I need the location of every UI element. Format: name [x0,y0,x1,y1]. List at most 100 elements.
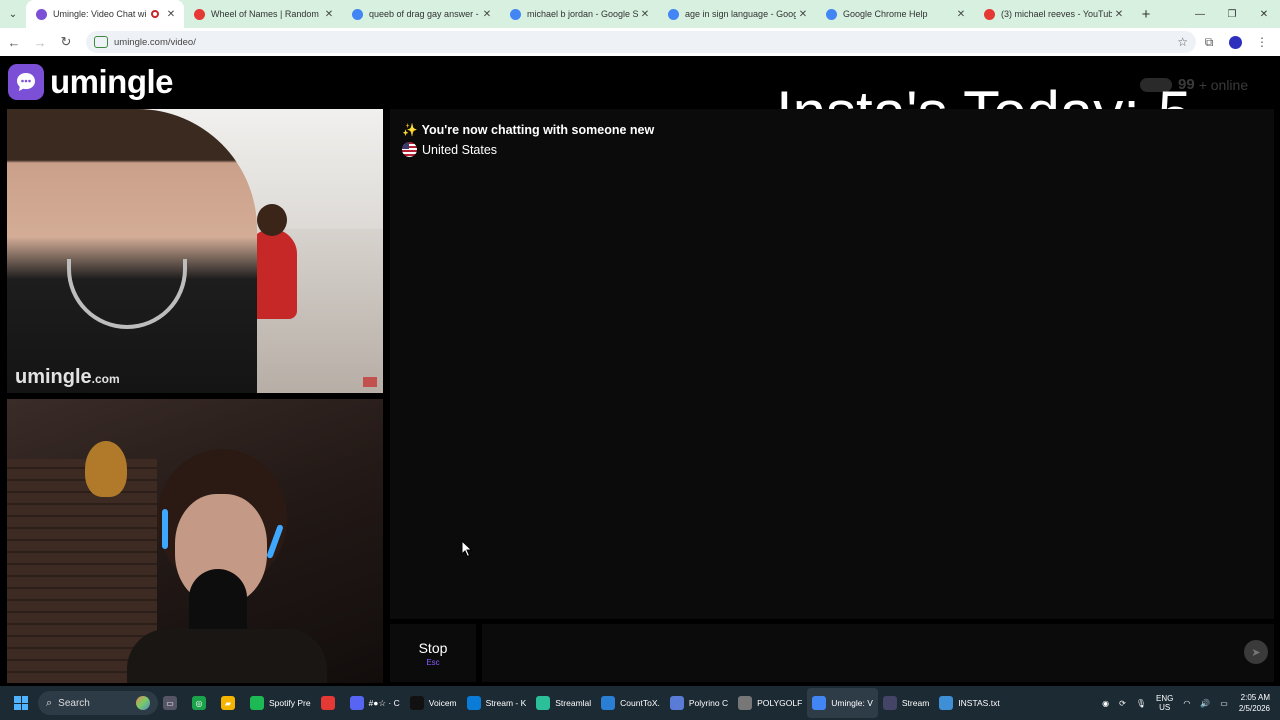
volume-icon[interactable]: 🔊 [1200,699,1210,708]
sync-tray-icon[interactable]: ⟳ [1119,699,1126,708]
taskbar-app[interactable]: Stream - K [462,688,532,718]
bookmark-star-icon[interactable]: ☆ [1177,35,1188,49]
xbox-icon[interactable]: ◎ [187,688,216,718]
app-label: Stream - K [485,698,527,708]
taskbar-search[interactable]: ⌕ Search [38,691,158,715]
send-arrow-icon[interactable]: ➤ [1244,640,1268,664]
restore-icon[interactable]: ❐ [1216,0,1248,28]
tab-favicon-icon [826,8,837,20]
profile-avatar[interactable] [1229,35,1242,49]
tab-close-icon[interactable]: ✕ [1112,9,1126,20]
browser-tab[interactable]: age in sign language - Google ✕ [658,0,816,28]
local-video [7,399,383,683]
us-flag-icon [402,142,417,157]
tab-close-icon[interactable]: ✕ [954,9,968,20]
minimize-icon[interactable]: — [1184,0,1216,28]
tab-close-icon[interactable]: ✕ [480,9,494,20]
close-window-icon[interactable]: ✕ [1248,0,1280,28]
app-label: #●☆ · C [368,697,400,708]
battery-icon[interactable]: ▭ [1220,699,1228,708]
taskbar-app[interactable]: Umingle: V [807,688,878,718]
app-icon [939,696,954,710]
browser-tabstrip: ⌄ Umingle: Video Chat with St✕Wheel of N… [0,0,1280,28]
tab-close-icon[interactable]: ✕ [164,9,178,20]
tab-title: queeb of drag gay answer - Go [369,9,480,19]
taskbar-app[interactable]: INSTAS.txt [934,688,1004,718]
taskbar-app[interactable]: POLYGOLF [733,688,807,718]
umingle-logo[interactable]: umingle [8,63,174,100]
address-bar[interactable]: umingle.com/video/ ☆ [86,31,1196,53]
extensions-puzzle-icon[interactable]: ⧉ [1196,30,1222,54]
app-icon [882,696,897,710]
search-label: Search [58,697,90,709]
search-highlight-icon [136,696,150,710]
recording-indicator-icon [151,10,159,18]
browser-tab[interactable]: queeb of drag gay answer - Go✕ [342,0,500,28]
more-menu-icon[interactable]: ⋮ [1249,30,1275,54]
reload-icon[interactable]: ↻ [54,30,78,54]
clock[interactable]: 2:05 AM 2/5/2026 [1239,692,1270,714]
task-view-icon[interactable]: ▭ [158,688,187,718]
site-info-icon[interactable] [94,36,108,48]
browser-tab[interactable]: Wheel of Names | Random nam✕ [184,0,342,28]
mouse-cursor-icon [461,540,473,558]
taskbar-app[interactable]: Spotify Pre [245,688,316,718]
mic-tray-icon[interactable]: 🎙 [1136,699,1146,708]
new-tab-button[interactable]: + [1132,0,1160,28]
taskbar-app[interactable]: Streamlal [531,688,596,718]
browser-tab[interactable]: Umingle: Video Chat with St ✕ [26,0,184,28]
tab-title: age in sign language - Google [685,9,796,19]
system-tray: ◉ ⟳ 🎙 ENG US ◠ 🔊 ▭ 2:05 AM 2/5/2026 [1097,692,1280,714]
app-icon [738,696,753,710]
tab-title: (3) michael reeves - YouTube [1001,9,1112,19]
tab-title: Google Chrome Help [843,9,928,19]
app-label: Umingle: V [831,698,873,708]
app-label: CountToX. [620,698,660,708]
taskbar-app[interactable]: Voicem [405,688,462,718]
browser-tab[interactable]: Google Chrome Help ✕ [816,0,974,28]
tab-title: michael b jordan - Google Sea [527,9,638,19]
browser-tab[interactable]: michael b jordan - Google Sea ✕ [500,0,658,28]
stop-shortcut: Esc [426,657,440,667]
tab-favicon-icon [510,8,521,20]
forward-arrow-icon[interactable]: → [28,30,52,54]
app-icon [601,696,616,710]
wifi-icon[interactable]: ◠ [1183,699,1190,708]
app-label: INSTAS.txt [958,698,1000,708]
report-flag-icon[interactable] [363,377,377,387]
tab-close-icon[interactable]: ✕ [322,9,336,20]
browser-tab[interactable]: (3) michael reeves - YouTube ✕ [974,0,1132,28]
umingle-page: umingle 99 + online Insta's Today:5 umin… [0,56,1280,686]
app-icon [536,696,551,710]
taskbar-app[interactable]: #●☆ · C [345,688,405,718]
stop-button[interactable]: Stop Esc [390,624,476,682]
taskbar-app[interactable]: Stream [878,688,934,718]
discord-tray-icon[interactable]: ◉ [1102,699,1109,708]
url-text[interactable]: umingle.com/video/ [114,37,1177,48]
app-label: Stream [901,698,930,708]
tab-favicon-icon [352,8,363,20]
online-suffix: + online [1198,76,1249,93]
app-icon [466,696,481,710]
tab-close-icon[interactable]: ✕ [796,9,810,20]
app-icon [349,696,364,710]
tab-favicon-icon [984,8,995,20]
back-arrow-icon[interactable]: ← [2,30,26,54]
tab-search-chevron-icon[interactable]: ⌄ [0,0,26,28]
sparkle-icon: ✨ [402,123,418,137]
tab-close-icon[interactable]: ✕ [638,9,652,20]
app-icon [812,696,827,710]
taskbar-app[interactable]: Polyrino C [665,688,733,718]
language-indicator[interactable]: ENG US [1156,694,1173,712]
file-explorer-icon[interactable]: ▰ [216,688,245,718]
chat-bubble-icon [8,64,44,100]
windows-start-icon[interactable] [14,696,28,710]
taskbar-app[interactable] [316,688,345,718]
message-input[interactable]: ➤ [482,624,1274,682]
logo-text: umingle [50,63,174,100]
taskbar-app[interactable]: CountToX. [596,688,665,718]
app-icon [409,696,424,710]
browser-toolbar: ← → ↻ umingle.com/video/ ☆ ⧉ ⋮ [0,28,1280,56]
stop-label: Stop [418,639,448,656]
app-label: Polyrino C [688,698,729,708]
